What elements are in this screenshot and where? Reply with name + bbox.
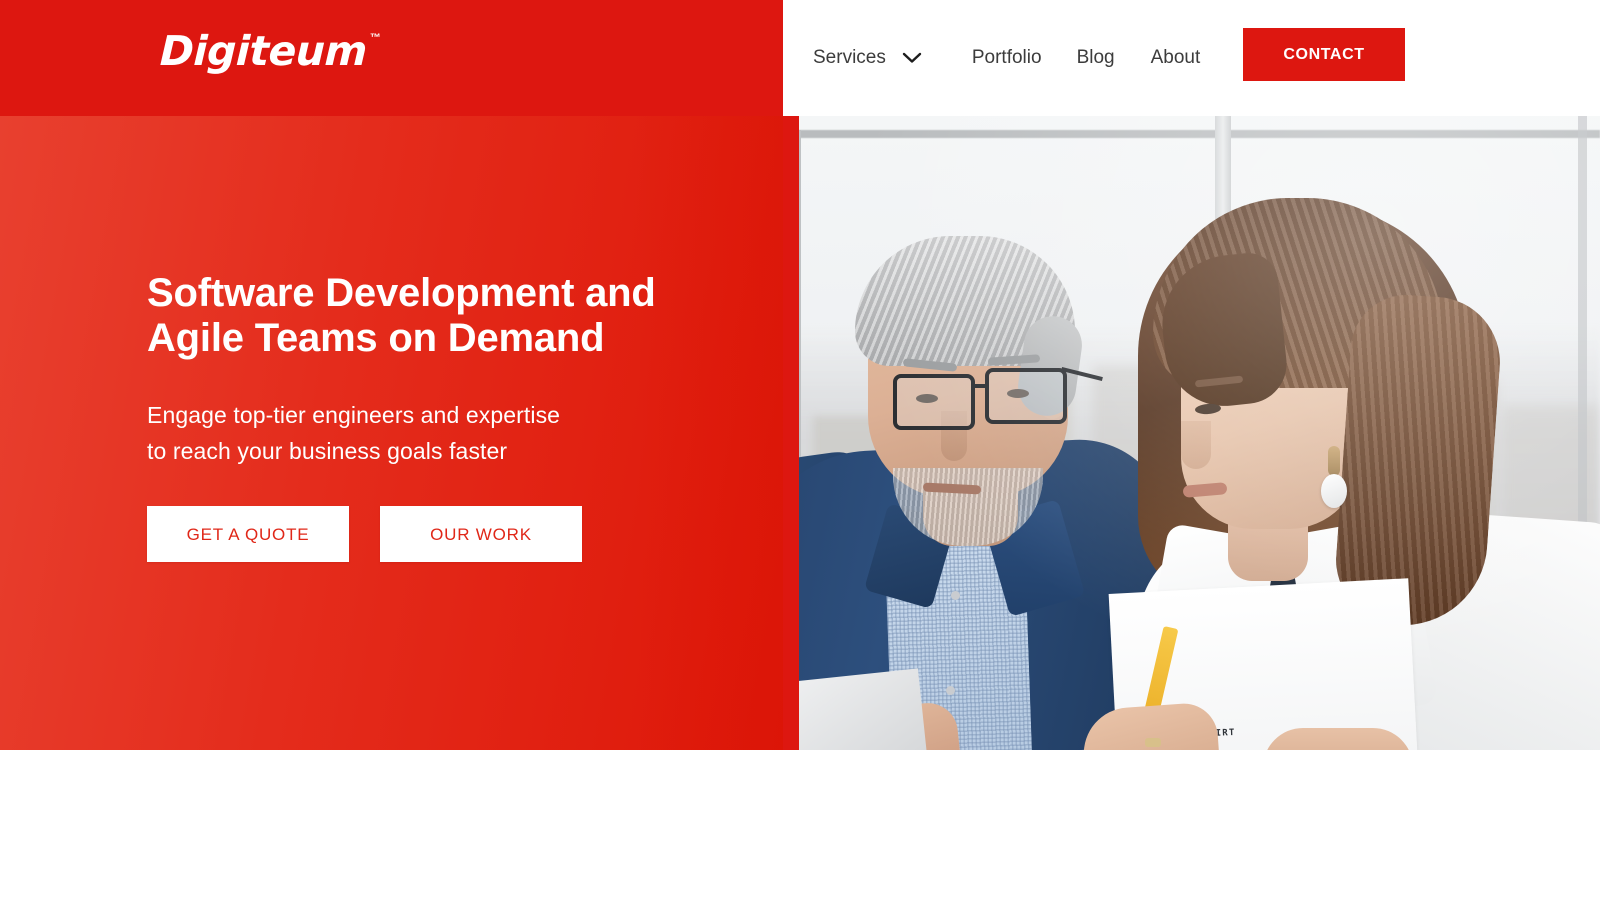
nav-item-portfolio[interactable]: Portfolio [972,47,1042,69]
contact-button-label: CONTACT [1283,45,1365,63]
get-a-quote-button[interactable]: GET A QUOTE [147,506,349,562]
logo[interactable]: Digiteum ™ [159,27,381,75]
nav-item-about-label: About [1150,47,1201,68]
chevron-down-icon[interactable] [902,52,922,64]
nav-item-blog[interactable]: Blog [1077,47,1115,69]
logo-trademark-icon: ™ [369,32,381,44]
photo-shirt-button [946,686,955,695]
hero-image: HIS SHIRT [783,116,1600,750]
photo-eyeglasses-bridge [973,384,989,388]
nav-item-blog-label: Blog [1076,47,1115,68]
photo-woman-nose [1181,421,1211,469]
photo-eyeglasses [893,374,975,430]
photo-ring [1145,738,1161,747]
photo-laptop [783,668,928,750]
photo-window-frame [793,130,1600,138]
primary-navigation: Services Portfolio Blog About [813,0,1200,116]
contact-button[interactable]: CONTACT [1243,28,1405,81]
our-work-button-label: OUR WORK [430,524,532,544]
below-fold-area [0,750,1600,903]
nav-item-services[interactable]: Services [813,47,922,69]
landing-page: Digiteum ™ Services Portfolio Blog About… [0,0,1600,903]
nav-item-portfolio-label: Portfolio [971,47,1042,68]
photo-earring [1321,474,1347,508]
nav-item-services-label: Services [813,47,886,68]
photo-woman-hand [1263,728,1413,750]
photo-eyeglasses [985,368,1067,424]
photo-earring [1328,446,1340,476]
logo-text: Digiteum [159,27,368,75]
photo-shirt-button [951,591,960,600]
hero-section: Software Development and Agile Teams on … [0,116,1600,750]
hero-copy: Software Development and Agile Teams on … [147,271,747,562]
nav-item-about[interactable]: About [1151,47,1201,69]
hero-title: Software Development and Agile Teams on … [147,271,656,360]
site-header: Digiteum ™ Services Portfolio Blog About… [0,0,1600,116]
hero-subtitle: Engage top-tier engineers and expertise … [147,402,561,464]
hero-cta-group: GET A QUOTE OUR WORK [147,506,747,562]
header-brand-panel [0,0,783,116]
photo-red-edge [783,116,799,750]
get-a-quote-button-label: GET A QUOTE [186,524,310,544]
our-work-button[interactable]: OUR WORK [380,506,582,562]
